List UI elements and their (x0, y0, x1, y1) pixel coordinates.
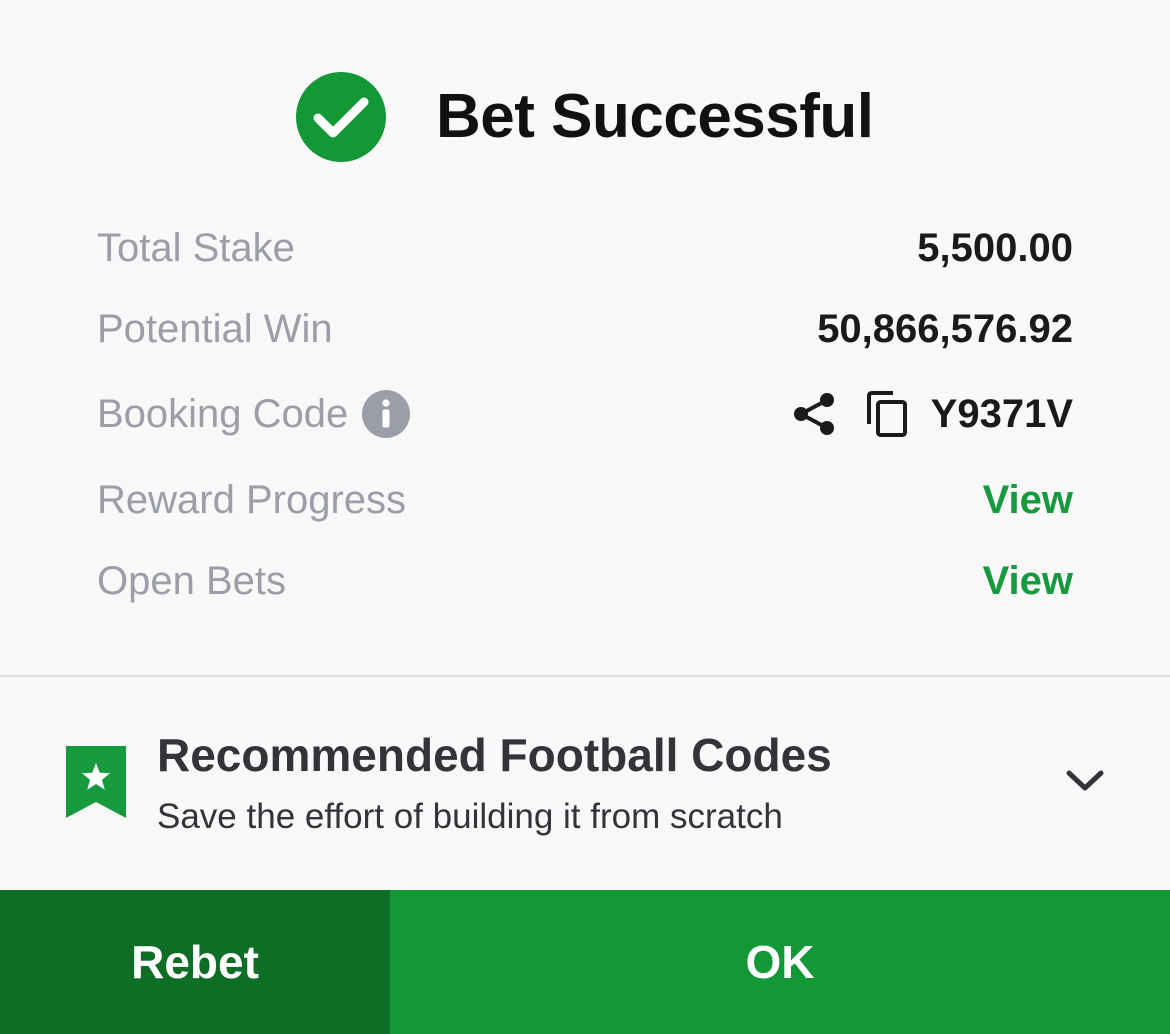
copy-icon[interactable] (865, 390, 909, 438)
recommended-title: Recommended Football Codes (157, 729, 832, 781)
bookmark-star-icon (66, 746, 126, 818)
booking-code-value[interactable]: Y9371V (931, 384, 1073, 444)
success-header: Bet Successful (0, 70, 1170, 164)
reward-progress-view-link[interactable]: View (983, 470, 1073, 530)
booking-code-actions: Y9371V (791, 384, 1073, 444)
total-stake-label: Total Stake (97, 226, 295, 270)
page-title: Bet Successful (436, 82, 874, 151)
chevron-down-icon[interactable] (1062, 766, 1108, 796)
ok-button[interactable]: OK (390, 890, 1170, 1034)
booking-code-label: Booking Code (97, 392, 349, 436)
recommended-subtitle: Save the effort of building it from scra… (157, 797, 783, 836)
potential-win-label: Potential Win (97, 307, 333, 351)
potential-win-row: Potential Win 50,866,576.92 (97, 299, 1073, 359)
total-stake-row: Total Stake 5,500.00 (97, 218, 1073, 278)
open-bets-view-link[interactable]: View (983, 551, 1073, 611)
booking-code-label-group: Booking Code (97, 384, 411, 444)
rebet-button[interactable]: Rebet (0, 890, 390, 1034)
potential-win-value: 50,866,576.92 (817, 307, 1073, 351)
booking-code-row: Booking Code Y9371V (97, 384, 1073, 444)
open-bets-label: Open Bets (97, 559, 287, 603)
share-icon[interactable] (791, 390, 837, 438)
total-stake-value: 5,500.00 (917, 226, 1073, 270)
section-divider (0, 675, 1170, 677)
reward-progress-row: Reward Progress View (97, 470, 1073, 530)
recommended-codes-section[interactable]: Recommended Football Codes Save the effo… (0, 700, 1170, 860)
open-bets-row: Open Bets View (97, 551, 1073, 611)
reward-progress-label: Reward Progress (97, 478, 407, 522)
check-circle-icon (296, 72, 386, 162)
info-icon[interactable] (362, 390, 411, 438)
